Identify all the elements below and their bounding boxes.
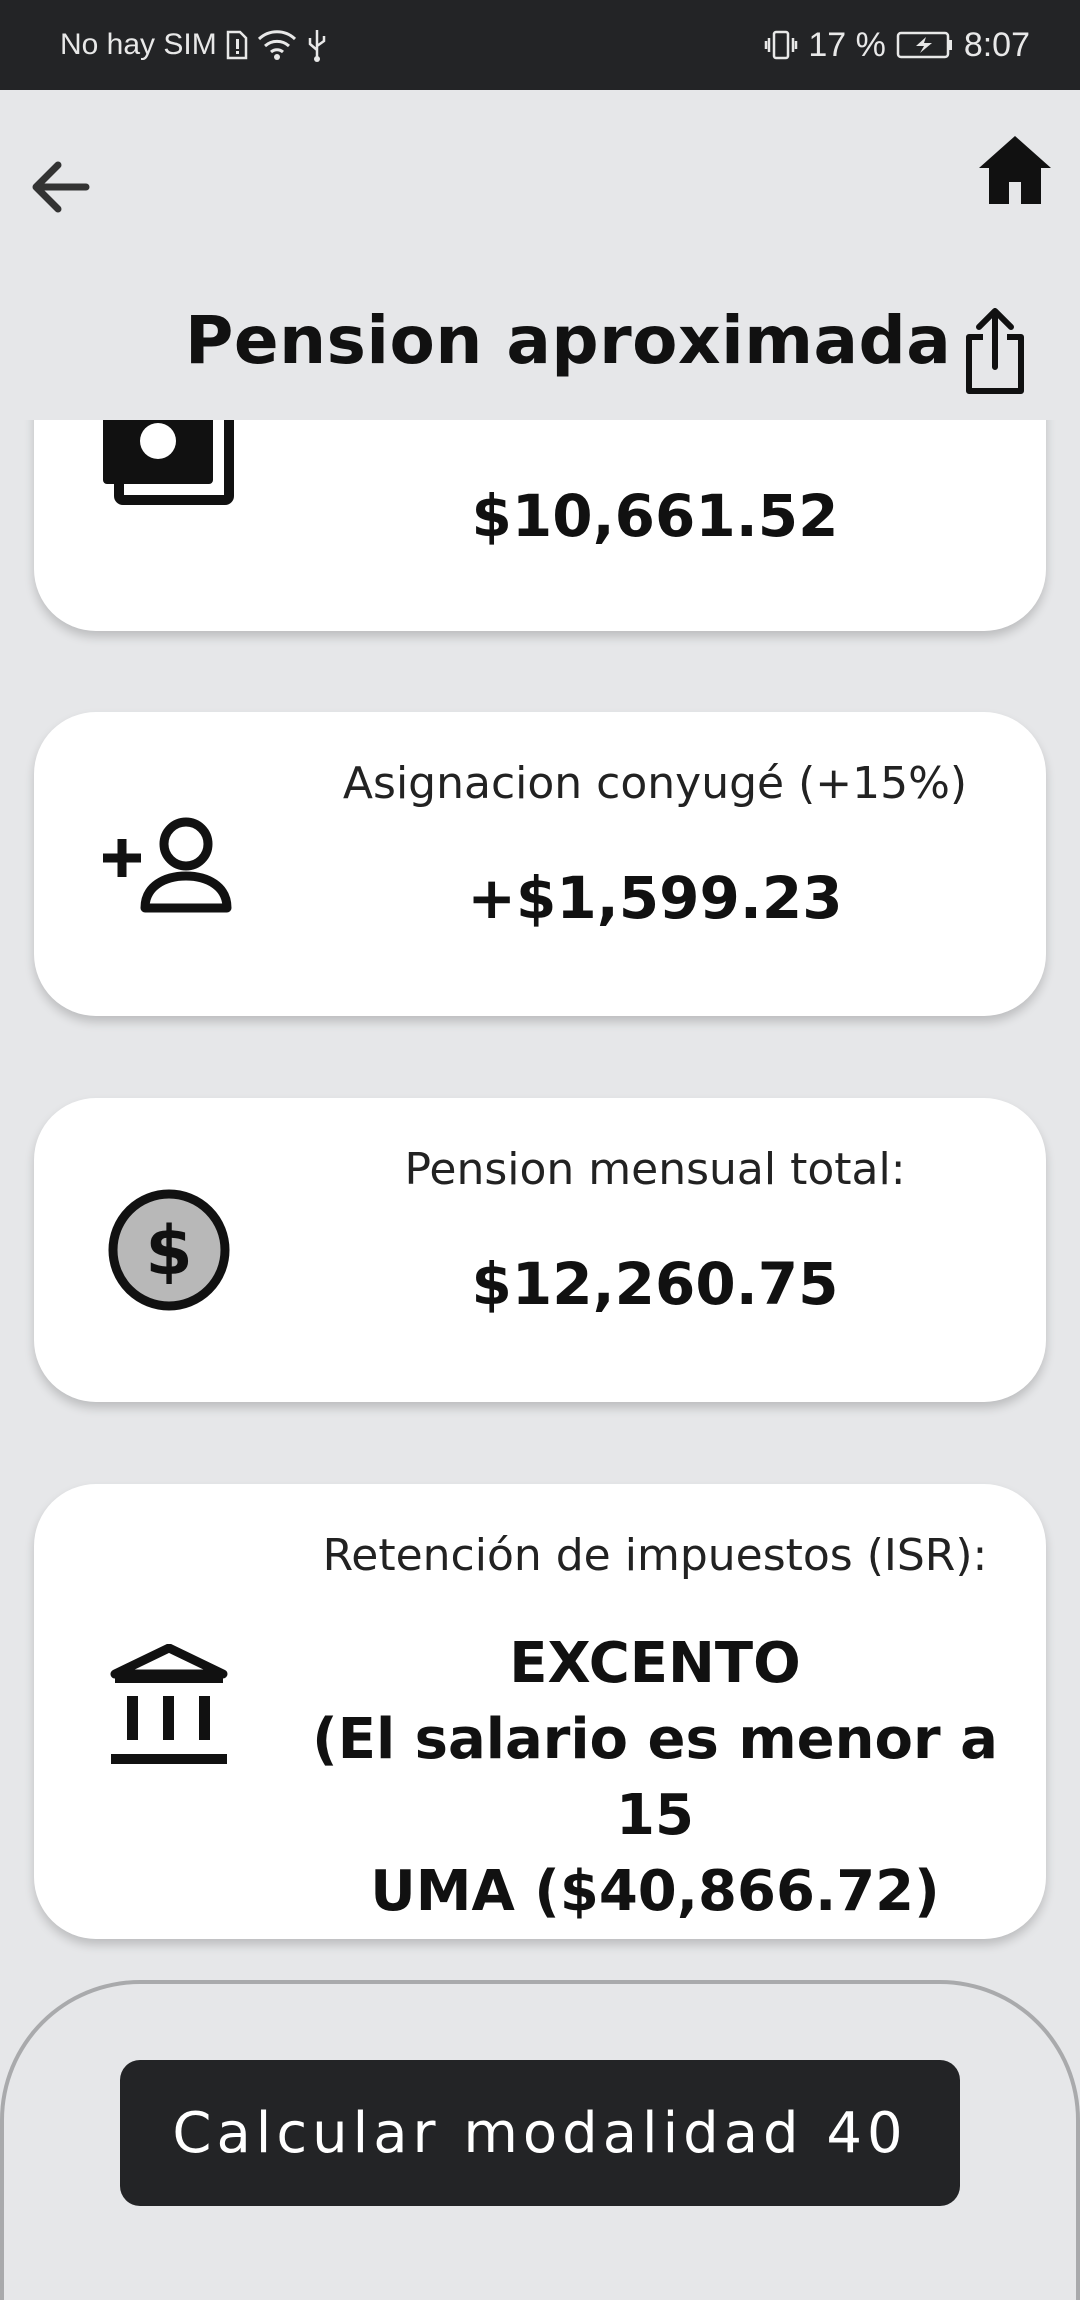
- app-bar: Pension aproximada: [0, 90, 1080, 420]
- card-tax-withholding: Retención de impuestos (ISR): EXCENTO (E…: [34, 1484, 1046, 1939]
- status-bar: No hay SIM 17 % 8:07: [0, 0, 1080, 90]
- money-icon: [94, 420, 244, 530]
- vibrate-icon: [764, 29, 798, 61]
- card-spouse-allowance: Asignacion conyugé (+15%) +$1,599.23: [34, 712, 1046, 1016]
- battery-percent: 17 %: [808, 25, 886, 64]
- card-value: $10,661.52: [471, 482, 839, 550]
- usb-icon: [305, 28, 329, 62]
- calculate-modality-40-button[interactable]: Calcular modalidad 40: [120, 2060, 960, 2206]
- card-label: Retención de impuestos (ISR):: [322, 1530, 988, 1581]
- value-line: UMA ($40,866.72): [370, 1859, 940, 1924]
- dollar-circle-icon: $: [94, 1175, 244, 1325]
- bank-icon: [94, 1634, 244, 1784]
- battery-charging-icon: [896, 30, 954, 60]
- status-right: 17 % 8:07: [764, 0, 1030, 90]
- status-left: No hay SIM: [60, 0, 329, 90]
- results-list[interactable]: $10,661.52 Asignacion conyugé (+15%) +$1…: [0, 420, 1080, 1980]
- page-title: Pension aproximada: [185, 302, 952, 379]
- value-line: (El salario es menor a 15: [312, 1707, 998, 1848]
- clock: 8:07: [963, 25, 1030, 64]
- svg-text:$: $: [145, 1212, 192, 1291]
- card-value: $12,260.75: [471, 1250, 839, 1318]
- card-label: Pension mensual total:: [404, 1144, 906, 1195]
- arrow-back-icon[interactable]: [25, 152, 95, 222]
- home-icon[interactable]: [970, 125, 1060, 215]
- share-icon[interactable]: [960, 300, 1030, 400]
- card-value: +$1,599.23: [467, 864, 843, 932]
- value-line: EXCENTO: [509, 1631, 801, 1696]
- card-value: EXCENTO (El salario es menor a 15 UMA ($…: [284, 1626, 1026, 1930]
- sim-alert-icon: [225, 30, 249, 60]
- card-total-pension: $ Pension mensual total: $12,260.75: [34, 1098, 1046, 1402]
- carrier-text: No hay SIM: [60, 28, 217, 61]
- card-base-pension: $10,661.52: [34, 420, 1046, 631]
- card-label: Asignacion conyugé (+15%): [342, 758, 968, 809]
- wifi-icon: [257, 29, 297, 61]
- person-add-icon: [94, 792, 244, 942]
